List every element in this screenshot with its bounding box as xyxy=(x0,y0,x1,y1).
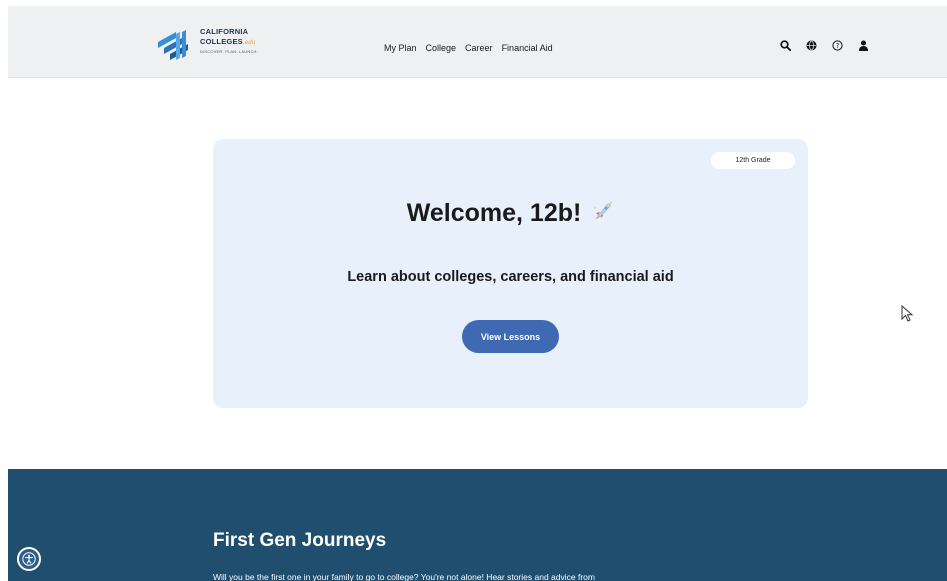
search-icon[interactable] xyxy=(779,39,791,51)
nav-my-plan[interactable]: My Plan xyxy=(384,43,417,53)
nav-career[interactable]: Career xyxy=(465,43,493,53)
first-gen-journeys-section: First Gen Journeys Will you be the first… xyxy=(8,469,947,581)
logo-text-line2: COLLEGES.edu xyxy=(200,36,256,46)
nav-financial-aid[interactable]: Financial Aid xyxy=(502,43,553,53)
language-icon[interactable] xyxy=(805,39,817,51)
view-lessons-button[interactable]: View Lessons xyxy=(462,320,559,353)
header-tools: ? xyxy=(779,39,869,51)
welcome-card: 12th Grade Welcome, 12b! Learn about col… xyxy=(213,139,808,408)
main-nav: My Plan College Career Financial Aid xyxy=(384,43,553,53)
nav-college[interactable]: College xyxy=(426,43,457,53)
journeys-title: First Gen Journeys xyxy=(213,530,387,551)
mouse-cursor-icon xyxy=(901,304,915,328)
grade-badge: 12th Grade xyxy=(711,152,795,169)
logo-text-line1: CALIFORNIA xyxy=(200,27,249,36)
rocket-icon xyxy=(592,200,614,229)
help-icon[interactable]: ? xyxy=(831,39,843,51)
user-icon[interactable] xyxy=(857,39,869,51)
logo-mark-icon xyxy=(158,30,188,60)
journeys-description: Will you be the first one in your family… xyxy=(213,572,595,581)
accessibility-icon[interactable] xyxy=(17,547,41,571)
welcome-subtitle: Learn about colleges, careers, and finan… xyxy=(347,269,674,285)
svg-text:?: ? xyxy=(835,42,839,50)
california-colleges-logo[interactable]: CALIFORNIA COLLEGES.edu DISCOVER. PLAN. … xyxy=(156,28,286,64)
welcome-heading: Welcome, 12b! xyxy=(213,199,808,229)
logo-tagline: DISCOVER. PLAN. LAUNCH. xyxy=(200,48,258,54)
site-header: CALIFORNIA COLLEGES.edu DISCOVER. PLAN. … xyxy=(8,6,947,78)
